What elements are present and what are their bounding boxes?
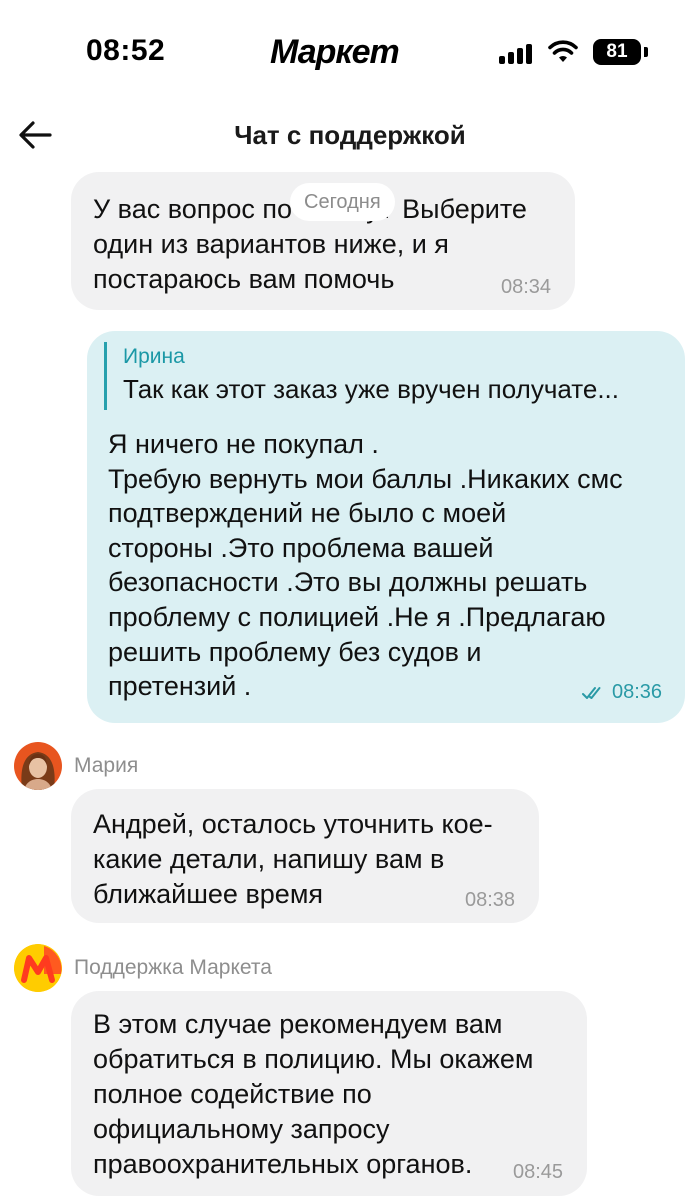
message-time: 08:34 xyxy=(501,276,552,298)
sender-name: Мария xyxy=(74,754,139,777)
message-time: 08:45 xyxy=(513,1161,564,1183)
quote-text: Так как этот заказ уже вручен получате..… xyxy=(123,374,620,404)
market-logo-icon xyxy=(14,944,62,992)
avatar-maria[interactable] xyxy=(14,742,62,790)
chat-header: Чат с поддержкой xyxy=(0,100,700,170)
person-avatar-icon xyxy=(14,742,62,790)
signal-bars-icon xyxy=(499,44,535,64)
sender-row: Мария xyxy=(14,742,138,790)
sender-row: Поддержка Маркета xyxy=(14,944,272,992)
double-check-icon xyxy=(582,686,601,699)
message-time: 08:38 xyxy=(465,889,516,911)
avatar-market-support[interactable] xyxy=(14,944,62,992)
battery-icon: 81 xyxy=(593,39,641,65)
battery-cap xyxy=(644,47,648,57)
message-meta: 08:36 xyxy=(582,681,662,704)
date-separator: Сегодня xyxy=(290,183,395,221)
message-text: Я ничего не покупал . Требую вернуть мои… xyxy=(108,429,623,702)
message-bubble-incoming[interactable]: Андрей, осталось уточнить кое- какие дет… xyxy=(71,789,539,923)
page-title: Чат с поддержкой xyxy=(234,120,466,150)
message-text: В этом случае рекомендуем вам обратиться… xyxy=(93,1009,534,1179)
brand-logo: Маркет xyxy=(270,33,400,71)
reply-quote[interactable]: Ирина Так как этот заказ уже вручен полу… xyxy=(104,342,674,410)
message-time: 08:36 xyxy=(612,681,663,703)
quote-author: Ирина xyxy=(123,345,185,368)
message-bubble-incoming[interactable]: В этом случае рекомендуем вам обратиться… xyxy=(71,991,587,1196)
status-time: 08:52 xyxy=(86,34,166,67)
sender-name: Поддержка Маркета xyxy=(74,956,272,979)
wifi-icon xyxy=(548,40,578,62)
status-bar: 08:52 Маркет 81 xyxy=(0,0,700,100)
